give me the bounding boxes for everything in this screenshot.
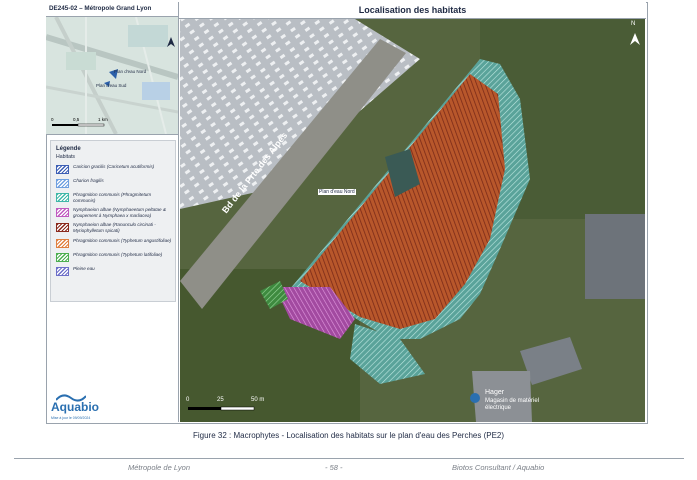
scale-25: 25 [217, 397, 224, 403]
legend-label: Phragmition communis (Typhetum angustifo… [73, 237, 172, 243]
legend-label: Charion fragilis [73, 178, 104, 183]
overview-inset-map[interactable]: Plan d'eau Nord Plan d'eau Sud 0 0,5 1 k… [46, 17, 178, 135]
figure-caption: Figure 32 : Macrophytes - Localisation d… [192, 431, 505, 440]
shop-pin-icon[interactable] [470, 393, 480, 403]
scale-50: 50 m [251, 397, 265, 403]
legend-swatch [56, 165, 69, 174]
inset-scale-05: 0,5 [73, 117, 80, 122]
scale-bar-white [220, 406, 255, 411]
north-label: N [631, 21, 636, 27]
legend-label: Nymphaeion albae (Ranunculo circinati - … [73, 222, 156, 233]
legend-swatch [56, 238, 69, 248]
legend-swatch [56, 193, 69, 202]
legend-label: Caricion gracilis (Caricetum acutiformis… [73, 164, 155, 169]
legend-item: Nymphaeion albae (Nymphaeetum peltatae &… [56, 207, 175, 218]
poi-magasin[interactable]: Magasin de matériel électrique [485, 398, 545, 412]
aerial-map[interactable]: Bd de la Prte des Alpes Plan d'eau Nord … [180, 19, 645, 422]
legend-item: Nymphaeion albae (Ranunculo circinati - … [56, 222, 175, 233]
legend-label: Pleine eau [73, 265, 95, 271]
legend-title: Légende [56, 146, 81, 152]
main-map-panel: Localisation des habitats Bd de la Prte … [179, 2, 646, 422]
legend-subtitle: Habitats [56, 154, 76, 160]
legend-label: Phragmition communis (Phragmitetum commu… [73, 192, 152, 203]
inset-scale-0: 0 [51, 117, 54, 122]
legend-item: Caricion gracilis (Caricetum acutiformis… [56, 164, 175, 174]
building-right [585, 214, 645, 299]
scale-bar-black [188, 407, 221, 410]
sidebar-header: DE245-02 – Métropole Grand Lyon [46, 2, 178, 17]
legend-swatch [56, 208, 69, 218]
sidebar: DE245-02 – Métropole Grand Lyon Plan d'e… [46, 2, 179, 422]
building-hager [472, 371, 532, 422]
legend-label: Phragmition communis (Typhetum latifolia… [73, 251, 163, 257]
aerial-map-graphic [180, 19, 645, 422]
footer-left: Métropole de Lyon [128, 463, 190, 472]
legend-label: Nymphaeion albae (Nymphaeetum peltatae &… [73, 207, 166, 218]
scale-0: 0 [186, 397, 190, 403]
overview-map-graphic [46, 17, 178, 134]
legend-item: Pleine eau [56, 266, 175, 276]
inset-label-sud: Plan d'eau Sud [96, 83, 127, 88]
map-title: Localisation des habitats [179, 2, 646, 19]
legend: Légende Habitats Caricion gracilis (Cari… [50, 140, 176, 302]
legend-swatch [56, 223, 69, 233]
footer-divider [14, 458, 684, 459]
legend-item: Phragmition communis (Typhetum angustifo… [56, 238, 175, 248]
legend-swatch [56, 252, 69, 262]
legend-swatch [56, 266, 69, 276]
inset-scale-1: 1 km [98, 117, 108, 122]
logo-date: Mise à jour le 09/09/2024 [51, 416, 91, 420]
footer-page: - 58 - [325, 463, 343, 472]
legend-swatch [56, 179, 69, 188]
legend-item: Phragmition communis (Phragmitetum commu… [56, 192, 175, 203]
legend-item: Charion fragilis [56, 178, 175, 188]
inset-label-nord: Plan d'eau Nord [114, 69, 147, 74]
logo-name: Aquabio [51, 400, 99, 414]
footer-right: Biotos Consultant / Aquabio [452, 463, 545, 472]
poi-hager[interactable]: Hager [485, 389, 504, 396]
lake-label: Plan d'eau Nord [318, 189, 356, 195]
legend-item: Phragmition communis (Typhetum latifolia… [56, 252, 175, 262]
aquabio-logo: Aquabio Mise à jour le 09/09/2024 [51, 392, 131, 422]
